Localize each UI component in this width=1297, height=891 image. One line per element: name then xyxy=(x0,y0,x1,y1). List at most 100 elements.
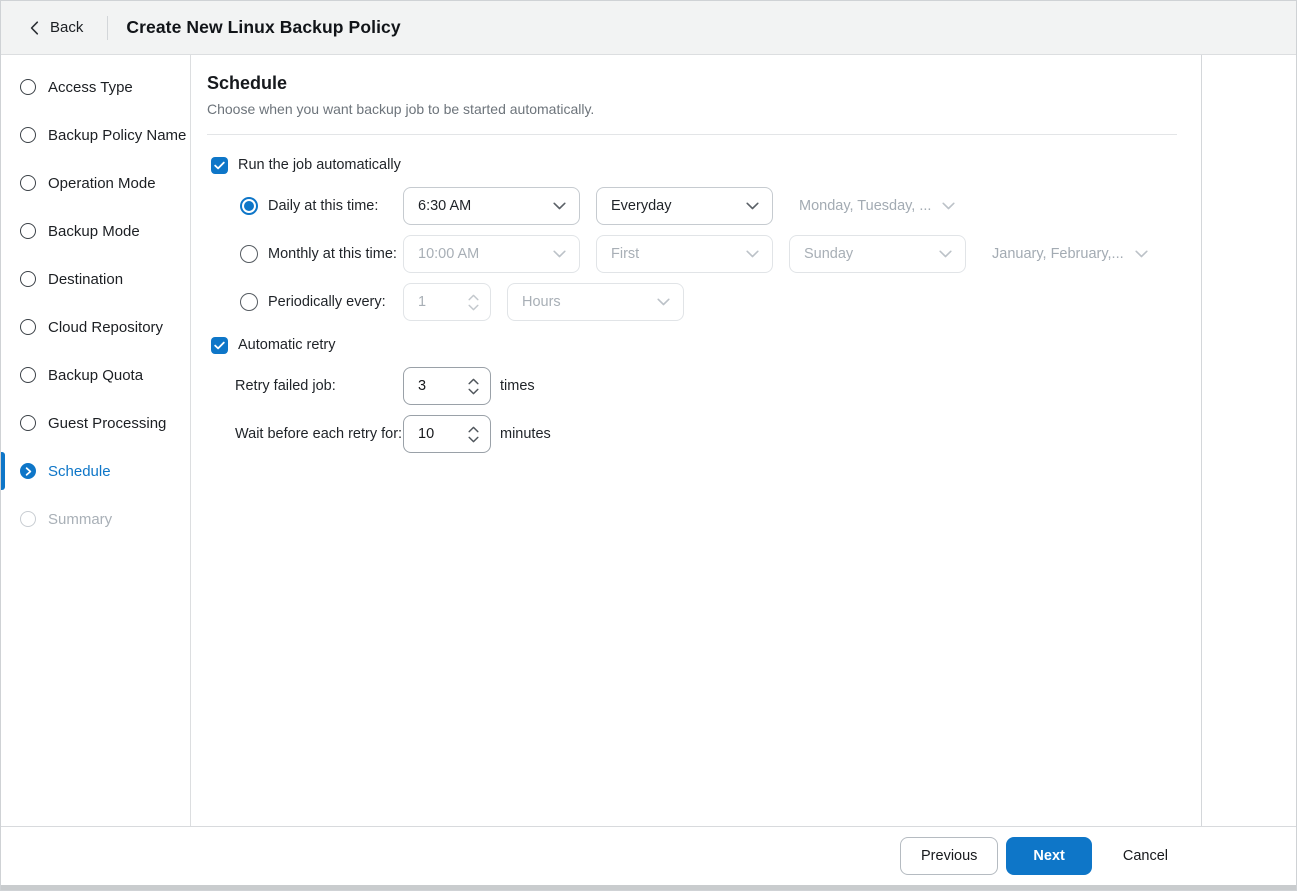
daily-radio[interactable] xyxy=(240,197,258,215)
previous-button[interactable]: Previous xyxy=(900,837,999,875)
chevron-down-icon xyxy=(942,202,956,210)
wait-minutes-suffix: minutes xyxy=(500,426,551,442)
sidebar-item-destination[interactable]: Destination xyxy=(1,255,190,303)
monthly-week-value: First xyxy=(611,246,640,262)
daily-option-row: Daily at this time: 6:30 AM Everyday Mon… xyxy=(240,187,1177,225)
periodically-label[interactable]: Periodically every: xyxy=(268,294,386,310)
monthly-time-select: 10:00 AM xyxy=(403,235,580,273)
monthly-months-select: January, February,... xyxy=(982,246,1148,262)
chevron-down-icon xyxy=(1135,250,1148,258)
window-bottom-edge xyxy=(1,885,1296,890)
monthly-weekday-value: Sunday xyxy=(804,246,854,262)
right-gutter xyxy=(1202,55,1296,826)
sidebar-item-backup-mode[interactable]: Backup Mode xyxy=(1,207,190,255)
cancel-button[interactable]: Cancel xyxy=(1107,837,1184,875)
periodically-unit-select: Hours xyxy=(507,283,684,321)
header-divider xyxy=(107,15,109,40)
next-button[interactable]: Next xyxy=(1006,837,1092,875)
monthly-option-row: Monthly at this time: 10:00 AM First Sun… xyxy=(240,235,1177,273)
wait-retry-row: Wait before each retry for: 10 minutes xyxy=(235,415,1177,453)
automatic-retry-label[interactable]: Automatic retry xyxy=(238,337,336,353)
periodically-option-head: Periodically every: xyxy=(240,293,403,311)
step-circle-icon xyxy=(20,79,36,95)
wait-minutes-spinner[interactable]: 10 xyxy=(403,415,491,453)
chevron-down-icon xyxy=(746,250,759,258)
wait-minutes-value: 10 xyxy=(418,426,435,442)
periodically-radio[interactable] xyxy=(240,293,258,311)
daily-option-head: Daily at this time: xyxy=(240,197,403,215)
chevron-right-icon xyxy=(20,463,36,479)
daily-label[interactable]: Daily at this time: xyxy=(268,198,378,214)
schedule-options: Daily at this time: 6:30 AM Everyday Mon… xyxy=(207,187,1177,321)
automatic-retry-row: Automatic retry xyxy=(211,335,1177,355)
sidebar-item-label: Schedule xyxy=(48,462,111,480)
chevron-down-icon[interactable] xyxy=(468,436,479,443)
sidebar-item-summary: Summary xyxy=(1,495,190,543)
daily-frequency-select[interactable]: Everyday xyxy=(596,187,773,225)
monthly-week-select: First xyxy=(596,235,773,273)
chevron-down-icon xyxy=(657,298,670,306)
step-circle-icon xyxy=(20,511,36,527)
chevron-down-icon xyxy=(468,304,479,310)
step-circle-icon xyxy=(20,271,36,287)
monthly-weekday-select: Sunday xyxy=(789,235,966,273)
daily-controls: 6:30 AM Everyday Monday, Tuesday, ... xyxy=(403,187,956,225)
run-automatically-row: Run the job automatically xyxy=(211,155,1177,175)
chevron-down-icon xyxy=(553,250,566,258)
step-circle-icon xyxy=(20,319,36,335)
schedule-form: Run the job automatically Daily at this … xyxy=(207,135,1177,453)
retry-count-value: 3 xyxy=(418,378,427,394)
sidebar-item-cloud-repository[interactable]: Cloud Repository xyxy=(1,303,190,351)
chevron-up-icon[interactable] xyxy=(468,426,479,433)
periodically-value: 1 xyxy=(418,294,427,310)
step-circle-icon xyxy=(20,415,36,431)
daily-time-value: 6:30 AM xyxy=(418,198,472,214)
sidebar-item-label: Guest Processing xyxy=(48,414,167,432)
sidebar-item-operation-mode[interactable]: Operation Mode xyxy=(1,159,190,207)
back-label: Back xyxy=(50,19,84,36)
chevron-down-icon[interactable] xyxy=(468,388,479,395)
periodically-value-spinner: 1 xyxy=(403,283,491,321)
wizard-body: Access Type Backup Policy Name Operation… xyxy=(1,55,1296,826)
retry-count-spinner[interactable]: 3 xyxy=(403,367,491,405)
page-title: Create New Linux Backup Policy xyxy=(126,17,401,37)
periodically-option-row: Periodically every: 1 Hours xyxy=(240,283,1177,321)
schedule-panel: Schedule Choose when you want backup job… xyxy=(191,55,1202,826)
step-circle-icon xyxy=(20,367,36,383)
check-icon xyxy=(214,341,225,349)
sidebar-item-label: Summary xyxy=(48,510,113,528)
sidebar-item-backup-quota[interactable]: Backup Quota xyxy=(1,351,190,399)
sidebar-item-label: Backup Policy Name xyxy=(48,126,187,144)
monthly-months-value: January, February,... xyxy=(992,246,1124,262)
retry-failed-row: Retry failed job: 3 times xyxy=(235,367,1177,405)
check-icon xyxy=(214,161,225,169)
wizard-window: Back Create New Linux Backup Policy Acce… xyxy=(0,0,1297,891)
monthly-label[interactable]: Monthly at this time: xyxy=(268,246,397,262)
chevron-up-icon[interactable] xyxy=(468,378,479,385)
sidebar-item-backup-policy-name[interactable]: Backup Policy Name xyxy=(1,111,190,159)
monthly-radio[interactable] xyxy=(240,245,258,263)
sidebar-item-schedule[interactable]: Schedule xyxy=(1,447,190,495)
sidebar-item-access-type[interactable]: Access Type xyxy=(1,63,190,111)
chevron-left-icon xyxy=(30,20,39,35)
sidebar-item-label: Backup Mode xyxy=(48,222,140,240)
spinner-arrows xyxy=(468,378,479,395)
run-automatically-checkbox[interactable] xyxy=(211,156,228,174)
section-header: Schedule Choose when you want backup job… xyxy=(207,55,1177,117)
daily-time-select[interactable]: 6:30 AM xyxy=(403,187,580,225)
daily-days-select: Monday, Tuesday, ... xyxy=(789,198,956,214)
chevron-down-icon xyxy=(553,202,566,210)
chevron-down-icon xyxy=(746,202,759,210)
retry-count-suffix: times xyxy=(500,378,535,394)
back-button[interactable]: Back xyxy=(26,13,87,42)
chevron-up-icon xyxy=(468,294,479,300)
periodically-unit-value: Hours xyxy=(522,294,561,310)
sidebar-item-guest-processing[interactable]: Guest Processing xyxy=(1,399,190,447)
step-circle-icon xyxy=(20,127,36,143)
spinner-arrows xyxy=(468,294,479,311)
retry-settings: Retry failed job: 3 times Wait before ea… xyxy=(207,367,1177,453)
step-circle-icon xyxy=(20,175,36,191)
run-automatically-label[interactable]: Run the job automatically xyxy=(238,157,401,173)
automatic-retry-checkbox[interactable] xyxy=(211,336,228,354)
monthly-time-value: 10:00 AM xyxy=(418,246,480,262)
